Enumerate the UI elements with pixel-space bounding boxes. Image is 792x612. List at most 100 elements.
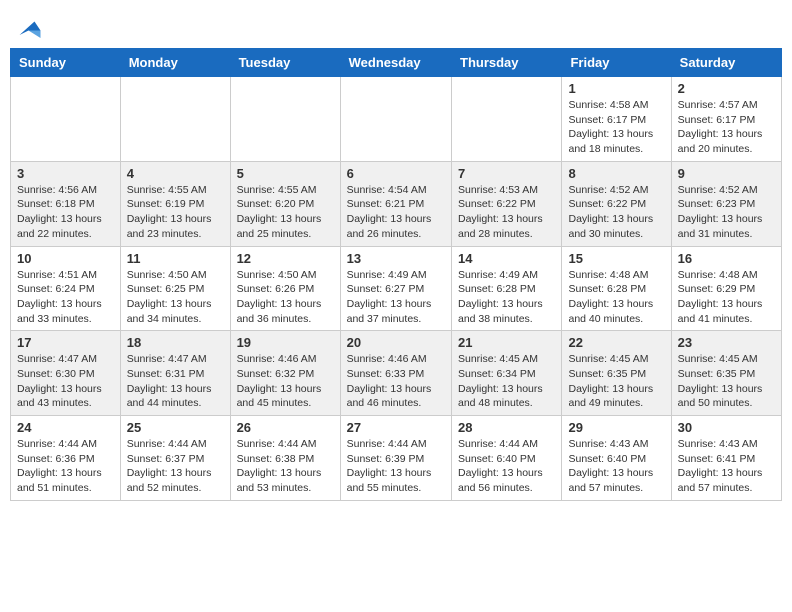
day-info: Sunrise: 4:44 AM Sunset: 6:37 PM Dayligh…: [127, 437, 224, 496]
day-number: 6: [347, 166, 445, 181]
calendar-cell: [340, 77, 451, 162]
day-info: Sunrise: 4:50 AM Sunset: 6:25 PM Dayligh…: [127, 268, 224, 327]
day-number: 26: [237, 420, 334, 435]
calendar-cell: 21Sunrise: 4:45 AM Sunset: 6:34 PM Dayli…: [452, 331, 562, 416]
day-number: 8: [568, 166, 664, 181]
calendar-cell: 24 Sunrise: 4:44 AM Sunset: 6:36 PM Dayli…: [11, 416, 121, 501]
day-info: Sunrise: 4:43 AM Sunset: 6:41 PM Dayligh…: [678, 437, 775, 496]
calendar-cell: 6 Sunrise: 4:54 AM Sunset: 6:21 PM Daylig…: [340, 161, 451, 246]
calendar-cell: [11, 77, 121, 162]
calendar-cell: 13 Sunrise: 4:49 AM Sunset: 6:27 PM Dayli…: [340, 246, 451, 331]
day-number: 3: [17, 166, 114, 181]
day-number: 4: [127, 166, 224, 181]
calendar-cell: 20 Sunrise: 4:46 AM Sunset: 6:33 PM Dayli…: [340, 331, 451, 416]
calendar-cell: [452, 77, 562, 162]
calendar-cell: 28 Sunrise: 4:44 AM Sunset: 6:40 PM Dayli…: [452, 416, 562, 501]
calendar-week-row: 24 Sunrise: 4:44 AM Sunset: 6:36 PM Dayli…: [11, 416, 782, 501]
day-info: Sunrise: 4:44 AM Sunset: 6:39 PM Dayligh…: [347, 437, 445, 496]
calendar-cell: 29 Sunrise: 4:43 AM Sunset: 6:40 PM Dayli…: [562, 416, 671, 501]
day-info: Sunrise: 4:47 AM Sunset: 6:31 PM Dayligh…: [127, 352, 224, 411]
calendar-cell: 22Sunrise: 4:45 AM Sunset: 6:35 PM Dayli…: [562, 331, 671, 416]
day-info: Sunrise: 4:55 AM Sunset: 6:19 PM Dayligh…: [127, 183, 224, 242]
day-number: 12: [237, 251, 334, 266]
day-number: 17: [17, 335, 114, 350]
calendar-cell: 9 Sunrise: 4:52 AM Sunset: 6:23 PM Daylig…: [671, 161, 781, 246]
calendar-cell: 23Sunrise: 4:45 AM Sunset: 6:35 PM Dayli…: [671, 331, 781, 416]
day-number: 9: [678, 166, 775, 181]
header-tuesday: Tuesday: [230, 49, 340, 77]
header-thursday: Thursday: [452, 49, 562, 77]
day-info: Sunrise: 4:54 AM Sunset: 6:21 PM Dayligh…: [347, 183, 445, 242]
calendar-cell: 7 Sunrise: 4:53 AM Sunset: 6:22 PM Daylig…: [452, 161, 562, 246]
day-info: Sunrise: 4:44 AM Sunset: 6:38 PM Dayligh…: [237, 437, 334, 496]
day-info: Sunrise: 4:51 AM Sunset: 6:24 PM Dayligh…: [17, 268, 114, 327]
calendar-cell: 27 Sunrise: 4:44 AM Sunset: 6:39 PM Dayli…: [340, 416, 451, 501]
logo: [10, 14, 42, 44]
header-friday: Friday: [562, 49, 671, 77]
page-header: [10, 10, 782, 44]
day-info: Sunrise: 4:45 AM Sunset: 6:35 PM Dayligh…: [678, 352, 775, 411]
calendar-cell: 14Sunrise: 4:49 AM Sunset: 6:28 PM Dayli…: [452, 246, 562, 331]
logo-icon: [12, 14, 42, 44]
day-number: 13: [347, 251, 445, 266]
header-saturday: Saturday: [671, 49, 781, 77]
calendar-week-row: 3Sunrise: 4:56 AM Sunset: 6:18 PM Daylig…: [11, 161, 782, 246]
day-number: 30: [678, 420, 775, 435]
day-info: Sunrise: 4:46 AM Sunset: 6:33 PM Dayligh…: [347, 352, 445, 411]
day-info: Sunrise: 4:52 AM Sunset: 6:23 PM Dayligh…: [678, 183, 775, 242]
day-info: Sunrise: 4:58 AM Sunset: 6:17 PM Dayligh…: [568, 98, 664, 157]
day-number: 5: [237, 166, 334, 181]
day-number: 29: [568, 420, 664, 435]
calendar-cell: 11 Sunrise: 4:50 AM Sunset: 6:25 PM Dayli…: [120, 246, 230, 331]
header-sunday: Sunday: [11, 49, 121, 77]
day-info: Sunrise: 4:43 AM Sunset: 6:40 PM Dayligh…: [568, 437, 664, 496]
calendar-cell: 1 Sunrise: 4:58 AM Sunset: 6:17 PM Daylig…: [562, 77, 671, 162]
day-number: 24: [17, 420, 114, 435]
calendar-week-row: 10 Sunrise: 4:51 AM Sunset: 6:24 PM Dayli…: [11, 246, 782, 331]
day-info: Sunrise: 4:52 AM Sunset: 6:22 PM Dayligh…: [568, 183, 664, 242]
day-info: Sunrise: 4:57 AM Sunset: 6:17 PM Dayligh…: [678, 98, 775, 157]
day-number: 25: [127, 420, 224, 435]
day-number: 11: [127, 251, 224, 266]
day-info: Sunrise: 4:53 AM Sunset: 6:22 PM Dayligh…: [458, 183, 555, 242]
day-number: 2: [678, 81, 775, 96]
calendar-cell: 4 Sunrise: 4:55 AM Sunset: 6:19 PM Daylig…: [120, 161, 230, 246]
calendar-cell: 30 Sunrise: 4:43 AM Sunset: 6:41 PM Dayli…: [671, 416, 781, 501]
calendar-cell: 15Sunrise: 4:48 AM Sunset: 6:28 PM Dayli…: [562, 246, 671, 331]
day-info: Sunrise: 4:45 AM Sunset: 6:35 PM Dayligh…: [568, 352, 664, 411]
calendar-cell: 2 Sunrise: 4:57 AM Sunset: 6:17 PM Daylig…: [671, 77, 781, 162]
day-info: Sunrise: 4:47 AM Sunset: 6:30 PM Dayligh…: [17, 352, 114, 411]
day-info: Sunrise: 4:55 AM Sunset: 6:20 PM Dayligh…: [237, 183, 334, 242]
day-info: Sunrise: 4:49 AM Sunset: 6:27 PM Dayligh…: [347, 268, 445, 327]
calendar-cell: 17 Sunrise: 4:47 AM Sunset: 6:30 PM Dayli…: [11, 331, 121, 416]
calendar-cell: 18 Sunrise: 4:47 AM Sunset: 6:31 PM Dayli…: [120, 331, 230, 416]
calendar-cell: 12Sunrise: 4:50 AM Sunset: 6:26 PM Dayli…: [230, 246, 340, 331]
day-number: 10: [17, 251, 114, 266]
calendar-header-row: SundayMondayTuesdayWednesdayThursdayFrid…: [11, 49, 782, 77]
day-number: 14: [458, 251, 555, 266]
header-wednesday: Wednesday: [340, 49, 451, 77]
day-number: 21: [458, 335, 555, 350]
day-info: Sunrise: 4:44 AM Sunset: 6:40 PM Dayligh…: [458, 437, 555, 496]
calendar-cell: [120, 77, 230, 162]
day-number: 18: [127, 335, 224, 350]
day-number: 28: [458, 420, 555, 435]
calendar-week-row: 17 Sunrise: 4:47 AM Sunset: 6:30 PM Dayli…: [11, 331, 782, 416]
day-number: 20: [347, 335, 445, 350]
header-monday: Monday: [120, 49, 230, 77]
calendar-cell: 16Sunrise: 4:48 AM Sunset: 6:29 PM Dayli…: [671, 246, 781, 331]
day-number: 15: [568, 251, 664, 266]
day-number: 27: [347, 420, 445, 435]
calendar-cell: 10 Sunrise: 4:51 AM Sunset: 6:24 PM Dayli…: [11, 246, 121, 331]
calendar-cell: 25 Sunrise: 4:44 AM Sunset: 6:37 PM Dayli…: [120, 416, 230, 501]
calendar-cell: 5 Sunrise: 4:55 AM Sunset: 6:20 PM Daylig…: [230, 161, 340, 246]
calendar-cell: [230, 77, 340, 162]
day-number: 7: [458, 166, 555, 181]
calendar-week-row: 1 Sunrise: 4:58 AM Sunset: 6:17 PM Daylig…: [11, 77, 782, 162]
calendar-cell: 19Sunrise: 4:46 AM Sunset: 6:32 PM Dayli…: [230, 331, 340, 416]
calendar-cell: 26 Sunrise: 4:44 AM Sunset: 6:38 PM Dayli…: [230, 416, 340, 501]
calendar-cell: 8 Sunrise: 4:52 AM Sunset: 6:22 PM Daylig…: [562, 161, 671, 246]
day-info: Sunrise: 4:44 AM Sunset: 6:36 PM Dayligh…: [17, 437, 114, 496]
day-number: 1: [568, 81, 664, 96]
calendar-cell: 3Sunrise: 4:56 AM Sunset: 6:18 PM Daylig…: [11, 161, 121, 246]
